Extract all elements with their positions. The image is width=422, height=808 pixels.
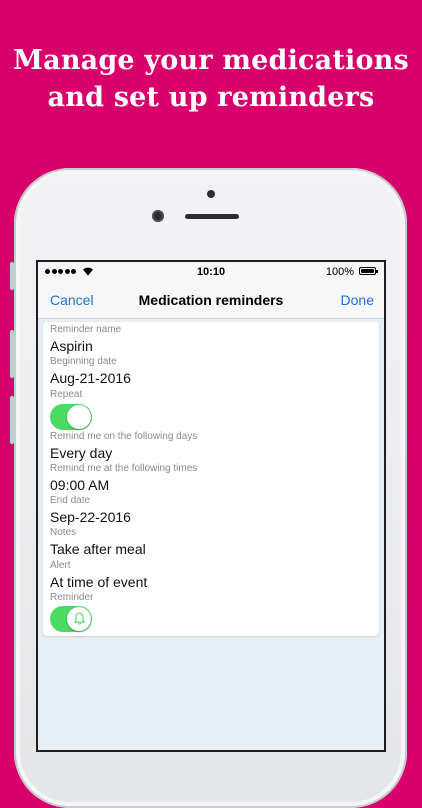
page-title: Medication reminders (138, 292, 284, 308)
beginning-date-field[interactable]: Beginning date Aug-21-2016 (50, 356, 131, 387)
phone-side-button (10, 262, 14, 290)
bell-icon (73, 612, 85, 625)
battery-percent: 100% (325, 266, 354, 278)
notes-field[interactable]: Notes Take after meal (50, 527, 146, 558)
phone-volume-up-button (10, 330, 14, 378)
beginning-date-label: Beginning date (50, 356, 117, 367)
times-value[interactable]: 09:00 AM (50, 476, 197, 494)
times-field[interactable]: Remind me at the following times 09:00 A… (50, 463, 197, 494)
status-bar: 10:10 100% (38, 262, 384, 282)
toggle-knob (67, 607, 91, 631)
promo-headline: Manage your medications and set up remin… (0, 42, 422, 116)
phone-volume-down-button (10, 396, 14, 444)
notes-value[interactable]: Take after meal (50, 540, 146, 558)
reminder-name-field[interactable]: Reminder name Aspirin (50, 324, 121, 355)
phone-sensor (207, 190, 215, 198)
beginning-date-value[interactable]: Aug-21-2016 (50, 369, 131, 387)
reminder-name-label: Reminder name (50, 324, 122, 335)
navigation-bar: Cancel Medication reminders Done (38, 282, 384, 319)
reminder-name-value[interactable]: Aspirin (50, 337, 121, 355)
reminder-toggle[interactable] (50, 606, 92, 632)
battery-icon (359, 267, 378, 275)
reminder-label: Reminder (50, 592, 94, 603)
days-value[interactable]: Every day (50, 444, 197, 462)
phone-screen: 10:10 100% Cancel Medication reminders D… (38, 262, 384, 750)
alert-value[interactable]: At time of event (50, 573, 147, 591)
times-label: Remind me at the following times (50, 463, 198, 474)
end-date-label: End date (50, 495, 91, 506)
alert-field[interactable]: Alert At time of event (50, 560, 147, 591)
phone-speaker (185, 214, 239, 219)
reminder-field: Reminder (50, 592, 93, 604)
alert-label: Alert (50, 560, 71, 571)
repeat-label: Repeat (50, 389, 83, 400)
done-button[interactable]: Done (341, 292, 374, 308)
reminder-form-card: Reminder name Aspirin Beginning date Aug… (43, 322, 379, 636)
toggle-knob (67, 405, 91, 429)
promo-line-2: and set up reminders (47, 82, 375, 113)
days-label: Remind me on the following days (50, 431, 198, 442)
days-field[interactable]: Remind me on the following days Every da… (50, 431, 197, 462)
repeat-toggle[interactable] (50, 404, 92, 430)
end-date-field[interactable]: End date Sep-22-2016 (50, 495, 131, 526)
repeat-field: Repeat (50, 389, 82, 401)
end-date-value[interactable]: Sep-22-2016 (50, 508, 131, 526)
notes-label: Notes (50, 527, 77, 538)
promo-line-1: Manage your medications (13, 45, 409, 76)
phone-camera (152, 210, 164, 222)
